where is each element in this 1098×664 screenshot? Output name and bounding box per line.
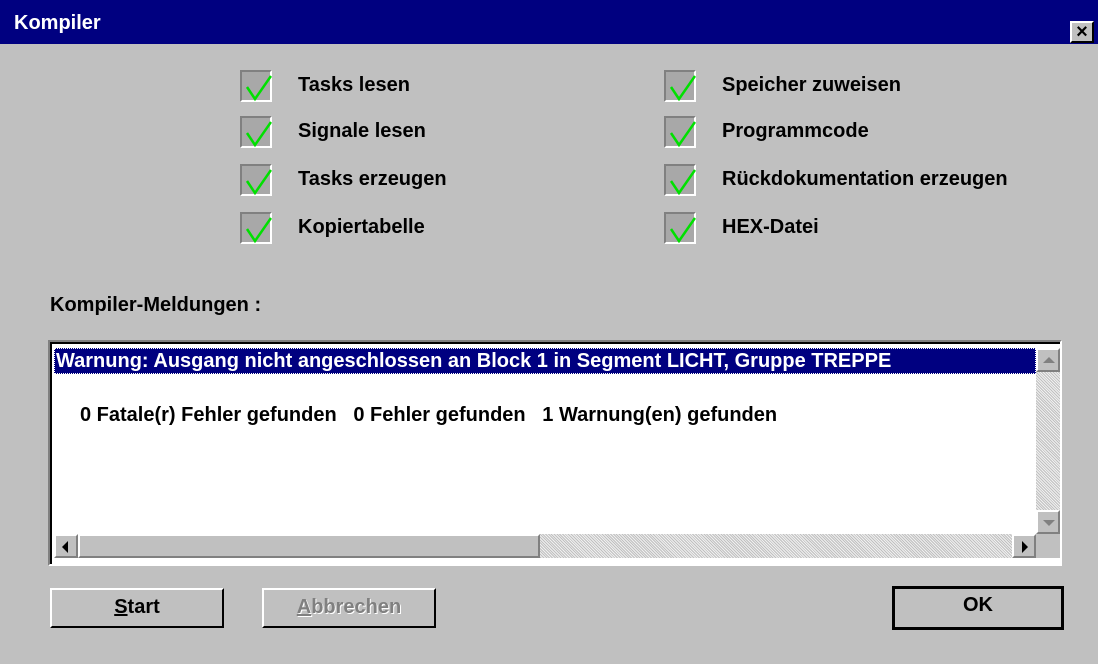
message-summary: 0 Fatale(r) Fehler gefunden 0 Fehler gef… [80, 404, 778, 426]
start-button[interactable]: Start [50, 588, 224, 628]
compiler-dialog: Kompiler × Tasks lesen Signale lesen Tas… [0, 0, 1098, 664]
vertical-scrollbar[interactable] [1036, 348, 1060, 534]
step-label: Programmcode [722, 120, 869, 142]
check-icon [240, 212, 272, 244]
messages-label: Kompiler-Meldungen : [50, 294, 262, 316]
arrow-up-icon [1043, 357, 1055, 363]
step-label: Rückdokumentation erzeugen [722, 168, 1008, 190]
step-label: Kopiertabelle [298, 216, 425, 238]
ok-label: OK [963, 594, 993, 616]
scroll-up-button[interactable] [1036, 348, 1060, 372]
close-button[interactable]: × [1070, 21, 1094, 43]
scroll-corner [1036, 534, 1060, 558]
step-label: Signale lesen [298, 120, 426, 142]
check-icon [240, 164, 272, 196]
check-icon [240, 70, 272, 102]
horizontal-scrollbar[interactable] [54, 534, 1036, 558]
check-icon [664, 212, 696, 244]
title-bar: Kompiler × [0, 0, 1098, 44]
arrow-right-icon [1022, 541, 1028, 553]
cancel-mnemonic: A [296, 596, 312, 618]
step-label: Tasks erzeugen [298, 168, 447, 190]
cancel-button[interactable]: Abbrechen [262, 588, 436, 628]
messages-listbox[interactable]: Warnung: Ausgang nicht angeschlossen an … [48, 340, 1062, 566]
arrow-left-icon [62, 541, 68, 553]
scroll-left-button[interactable] [54, 534, 78, 558]
listbox-inner: Warnung: Ausgang nicht angeschlossen an … [50, 342, 1060, 564]
start-label: tart [127, 596, 160, 618]
cancel-label: bbrechen [311, 596, 402, 618]
scroll-thumb[interactable] [78, 534, 540, 558]
message-row-selected[interactable]: Warnung: Ausgang nicht angeschlossen an … [54, 348, 1036, 374]
window-title: Kompiler [14, 12, 101, 34]
step-label: Speicher zuweisen [722, 74, 901, 96]
start-mnemonic: S [114, 596, 128, 618]
check-icon [664, 70, 696, 102]
ok-button[interactable]: OK [892, 586, 1064, 630]
check-icon [664, 116, 696, 148]
scroll-right-button[interactable] [1012, 534, 1036, 558]
step-label: HEX-Datei [722, 216, 819, 238]
arrow-down-icon [1043, 520, 1055, 526]
step-label: Tasks lesen [298, 74, 410, 96]
check-icon [240, 116, 272, 148]
focus-rect [54, 348, 1036, 374]
close-icon: × [1076, 21, 1088, 43]
check-icon [664, 164, 696, 196]
scroll-down-button[interactable] [1036, 510, 1060, 534]
